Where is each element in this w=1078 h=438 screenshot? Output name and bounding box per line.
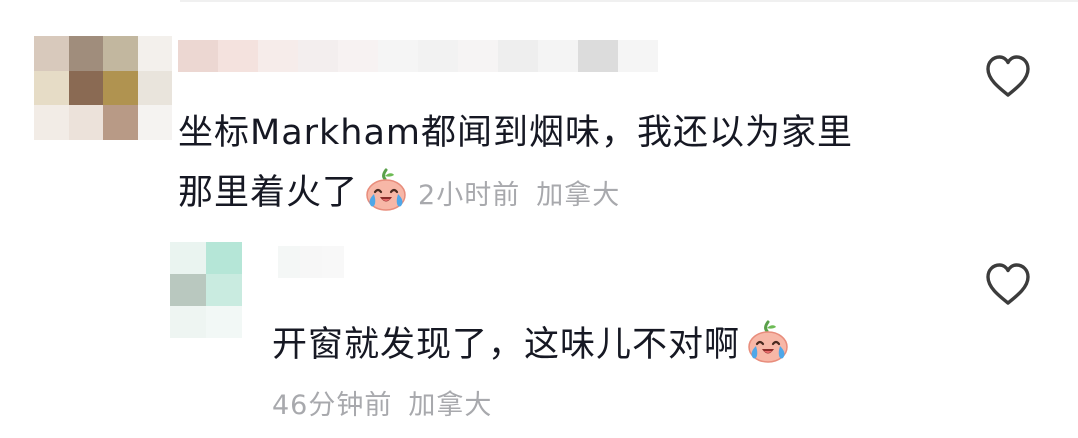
comment-text-continued: 那里着火了 2小时前 加拿大 bbox=[178, 166, 620, 223]
username-blur-block bbox=[418, 40, 458, 72]
username-blur-block bbox=[578, 40, 618, 72]
comment-text-line2: 那里着火了 bbox=[178, 173, 359, 213]
avatar-pixel bbox=[137, 105, 172, 140]
username-blurred[interactable] bbox=[278, 246, 344, 278]
avatar-pixel bbox=[206, 242, 242, 274]
username-blur-block bbox=[338, 40, 378, 72]
username-blur-block bbox=[218, 40, 258, 72]
avatar-pixel bbox=[34, 70, 69, 106]
top-divider bbox=[180, 0, 1078, 2]
username-blurred[interactable] bbox=[178, 40, 658, 72]
avatar-pixel bbox=[206, 274, 242, 306]
crying-laughing-face-icon bbox=[748, 320, 788, 363]
avatar-pixel bbox=[170, 242, 206, 274]
comment-text: 开窗就发现了，这味儿不对啊 bbox=[272, 318, 790, 372]
timestamp: 46分钟前 bbox=[272, 390, 393, 421]
comment-meta: 2小时前 加拿大 bbox=[418, 180, 620, 211]
avatar-pixel bbox=[170, 274, 206, 306]
comment-meta: 46分钟前 加拿大 bbox=[272, 386, 492, 426]
username-blur-block bbox=[618, 40, 658, 72]
comment-text-body: 开窗就发现了，这味儿不对啊 bbox=[272, 325, 741, 365]
location: 加拿大 bbox=[536, 180, 621, 211]
avatar-pixel bbox=[103, 105, 138, 140]
avatar-pixel bbox=[34, 36, 69, 71]
avatar-pixel bbox=[68, 70, 103, 106]
timestamp: 2小时前 bbox=[418, 180, 521, 211]
location: 加拿大 bbox=[408, 390, 493, 421]
avatar-pixel bbox=[68, 105, 103, 140]
username-blur-block bbox=[278, 246, 300, 278]
avatar[interactable] bbox=[34, 36, 172, 140]
comment-text: 坐标Markham都闻到烟味，我还以为家里 bbox=[178, 113, 854, 153]
username-blur-block bbox=[378, 40, 418, 72]
avatar-pixel bbox=[242, 242, 278, 274]
avatar-pixel bbox=[103, 70, 138, 106]
username-blur-block bbox=[258, 40, 298, 72]
crying-laughing-face-icon bbox=[366, 168, 406, 211]
avatar-pixel bbox=[242, 274, 278, 306]
username-blur-block bbox=[298, 40, 338, 72]
avatar-pixel bbox=[103, 36, 138, 71]
username-blur-block bbox=[322, 246, 344, 278]
avatar-pixel bbox=[137, 36, 172, 71]
username-blur-block bbox=[178, 40, 218, 72]
avatar[interactable] bbox=[170, 242, 278, 338]
avatar-pixel bbox=[170, 306, 206, 338]
avatar-pixel bbox=[34, 105, 69, 140]
username-blur-block bbox=[458, 40, 498, 72]
username-blur-block bbox=[538, 40, 578, 72]
username-blur-block bbox=[300, 246, 322, 278]
avatar-pixel bbox=[137, 70, 172, 106]
heart-outline-icon[interactable] bbox=[984, 262, 1032, 306]
avatar-pixel bbox=[68, 36, 103, 71]
avatar-pixel bbox=[206, 306, 242, 338]
heart-outline-icon[interactable] bbox=[984, 54, 1032, 98]
username-blur-block bbox=[498, 40, 538, 72]
